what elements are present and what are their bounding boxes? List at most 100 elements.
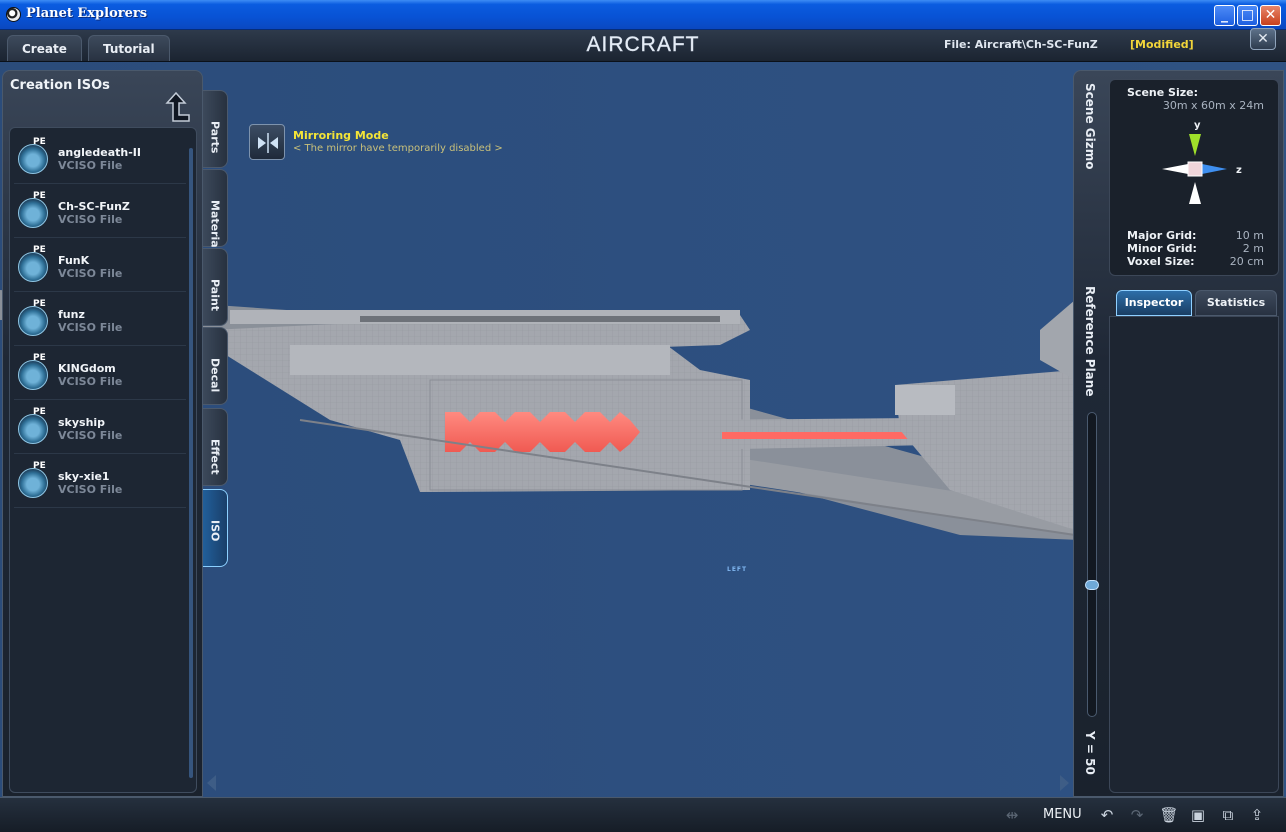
list-item[interactable]: PE KINGdom VCISO File — [14, 348, 186, 400]
x-axis-cone[interactable] — [1162, 164, 1188, 174]
tab-material[interactable]: Material — [203, 169, 228, 251]
iso-type: VCISO File — [58, 159, 123, 172]
list-scrollbar[interactable] — [189, 148, 193, 778]
list-item[interactable]: PE angledeath-II VCISO File — [14, 132, 186, 184]
window-title: Planet Explorers — [26, 6, 148, 21]
maximize-button[interactable]: □ — [1237, 5, 1258, 26]
delete-icon[interactable]: 🗑 — [1159, 805, 1179, 825]
editor-close-button[interactable]: ✕ — [1250, 28, 1276, 50]
export-icon[interactable]: ⇪ — [1247, 805, 1267, 825]
scroll-left-icon[interactable] — [207, 775, 216, 791]
menu-button[interactable]: MENU — [1043, 807, 1082, 822]
iso-type: VCISO File — [58, 213, 123, 226]
mirror-mode-title: Mirroring Mode — [293, 129, 389, 142]
tab-iso[interactable]: ISO — [203, 489, 228, 567]
maximize-icon: □ — [1240, 7, 1255, 23]
panel-title: Creation ISOs — [10, 78, 110, 93]
z-axis-cone[interactable] — [1202, 164, 1227, 174]
pe-badge: PE — [33, 407, 46, 417]
list-item[interactable]: PE FunK VCISO File — [14, 240, 186, 292]
iso-name: sky-xie1 — [58, 470, 110, 483]
tab-label: ISO — [208, 520, 222, 542]
scene-size-label: Scene Size: — [1127, 86, 1198, 99]
bottom-toolbar: ⇹ MENU ↶ ↷ 🗑 ▣ ⧉ ⇪ — [0, 797, 1286, 832]
app-top-bar: Create Tutorial AIRCRAFT File: Aircraft\… — [0, 30, 1286, 62]
app-icon — [6, 7, 21, 22]
pe-file-icon — [18, 252, 48, 282]
redo-icon[interactable]: ↷ — [1127, 805, 1147, 825]
pe-file-icon — [18, 306, 48, 336]
reference-plane-value: Y = 50 — [1083, 731, 1097, 775]
close-icon: ✕ — [1257, 31, 1269, 47]
scene-gizmo-box: Scene Size: 30m x 60m x 24m y z Major Gr… — [1109, 79, 1279, 276]
neg-y-axis-cone[interactable] — [1189, 182, 1201, 204]
creation-isos-panel: Creation ISOs PE angledeath-II VCISO Fil… — [2, 70, 203, 797]
voxel-size-value: 20 cm — [1229, 255, 1264, 268]
iso-name: funz — [58, 308, 85, 321]
iso-name: KINGdom — [58, 362, 116, 375]
mirror-toggle-button[interactable] — [249, 124, 285, 160]
tab-effect[interactable]: Effect — [203, 408, 228, 486]
iso-name: FunK — [58, 254, 90, 267]
minor-grid-label: Minor Grid: — [1127, 242, 1197, 255]
list-item[interactable]: PE skyship VCISO File — [14, 402, 186, 454]
slider-handle[interactable] — [1085, 580, 1099, 590]
save-icon[interactable]: ▣ — [1188, 805, 1208, 825]
window-title-bar[interactable]: Planet Explorers _ □ ✕ — [0, 0, 1286, 30]
tab-label: Effect — [208, 439, 222, 475]
scene-size-value: 30m x 60m x 24m — [1162, 99, 1264, 112]
pe-badge: PE — [33, 461, 46, 471]
pe-badge: PE — [33, 191, 46, 201]
scene-gizmo-label: Scene Gizmo — [1083, 83, 1097, 170]
iso-file-list[interactable]: PE angledeath-II VCISO File PE Ch-SC-Fun… — [9, 127, 197, 793]
pe-badge: PE — [33, 299, 46, 309]
view-orientation-label: LEFT — [727, 566, 748, 573]
tab-label: Decal — [208, 358, 222, 393]
list-item[interactable]: PE funz VCISO File — [14, 294, 186, 346]
list-item[interactable]: PE Ch-SC-FunZ VCISO File — [14, 186, 186, 238]
iso-type: VCISO File — [58, 267, 123, 280]
iso-type: VCISO File — [58, 321, 123, 334]
iso-type: VCISO File — [58, 483, 123, 496]
inspector-panel — [1109, 316, 1279, 793]
tab-inspector[interactable]: Inspector — [1116, 290, 1192, 316]
iso-name: skyship — [58, 416, 106, 429]
pe-file-icon — [18, 144, 48, 174]
tab-decal[interactable]: Decal — [203, 327, 228, 405]
major-grid-value: 10 m — [1235, 229, 1264, 242]
tab-paint[interactable]: Paint — [203, 248, 228, 326]
pe-file-icon — [18, 468, 48, 498]
pe-badge: PE — [33, 353, 46, 363]
minimize-button[interactable]: _ — [1214, 5, 1235, 26]
undo-icon[interactable]: ↶ — [1097, 805, 1117, 825]
voxel-size-label: Voxel Size: — [1127, 255, 1195, 268]
major-grid-label: Major Grid: — [1127, 229, 1197, 242]
scroll-right-icon[interactable] — [1060, 775, 1069, 791]
axis-z-label: z — [1236, 165, 1242, 176]
mirror-icon — [258, 133, 278, 153]
minimize-icon: _ — [1221, 7, 1228, 23]
up-folder-icon[interactable] — [163, 91, 193, 125]
iso-type: VCISO File — [58, 375, 123, 388]
save-as-icon[interactable]: ⧉ — [1218, 805, 1238, 825]
list-item[interactable]: PE sky-xie1 VCISO File — [14, 456, 186, 508]
axis-y-label: y — [1194, 120, 1201, 131]
gizmo-center[interactable] — [1187, 161, 1203, 177]
mirror-mode-status: < The mirror have temporarily disabled > — [293, 143, 503, 154]
tab-label: Paint — [208, 279, 222, 312]
mirror-icon[interactable]: ⇹ — [1002, 805, 1022, 825]
iso-name: Ch-SC-FunZ — [58, 200, 130, 213]
file-path: File: Aircraft\Ch-SC-FunZ — [944, 38, 1098, 51]
pe-file-icon — [18, 360, 48, 390]
right-panel: Scene Gizmo Scene Size: 30m x 60m x 24m … — [1073, 70, 1284, 797]
y-axis-cone[interactable] — [1189, 134, 1201, 156]
close-button[interactable]: ✕ — [1260, 5, 1281, 26]
pe-file-icon — [18, 414, 48, 444]
pe-badge: PE — [33, 245, 46, 255]
axis-gizmo[interactable]: y z — [1110, 112, 1280, 212]
reference-plane-slider[interactable] — [1085, 412, 1099, 717]
tab-statistics[interactable]: Statistics — [1195, 290, 1277, 316]
minor-grid-value: 2 m — [1242, 242, 1264, 255]
tab-label: Parts — [208, 121, 222, 154]
tab-parts[interactable]: Parts — [203, 90, 228, 168]
